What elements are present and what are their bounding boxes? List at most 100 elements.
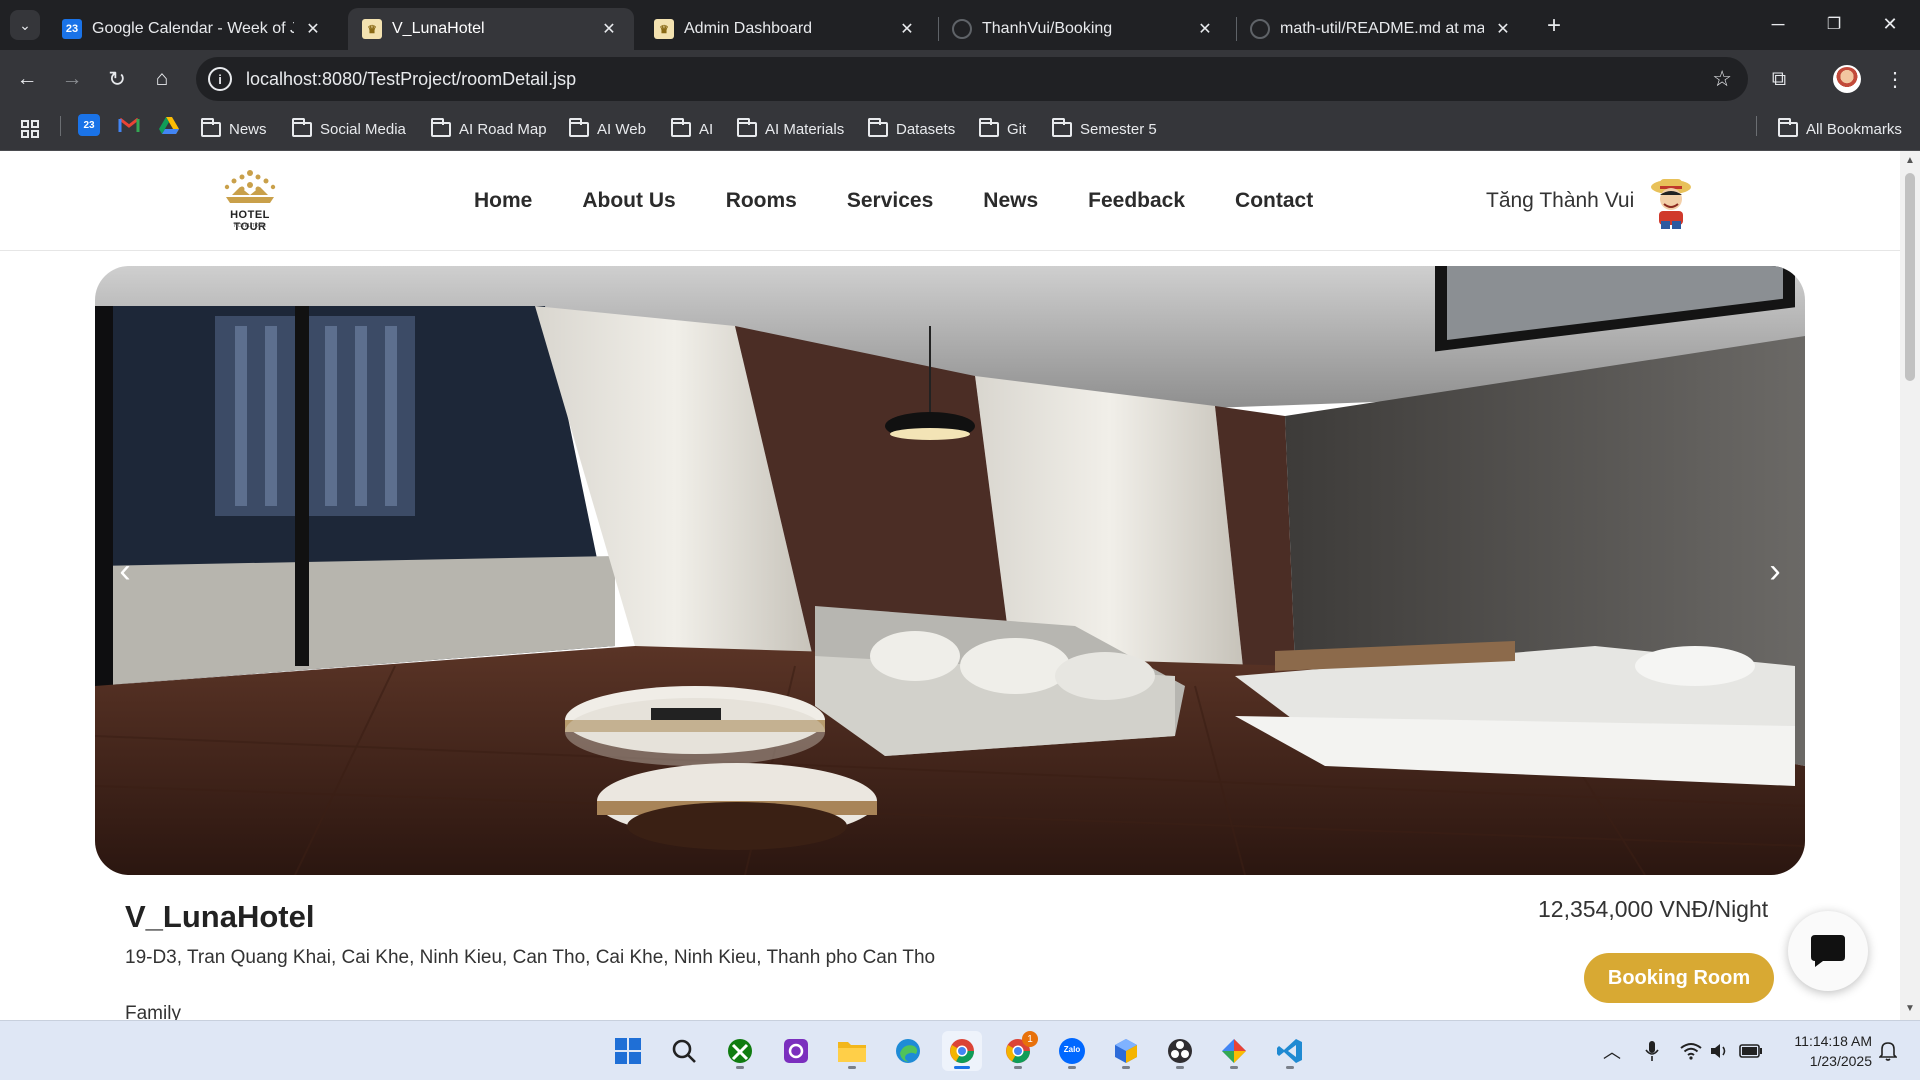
forward-arrow-icon[interactable]: →	[55, 62, 89, 96]
home-icon[interactable]: ⌂	[145, 62, 179, 96]
nav-rooms[interactable]: Rooms	[726, 189, 797, 213]
more-menu-icon[interactable]: ⋮	[1880, 62, 1910, 96]
close-tab-icon[interactable]: ✕	[896, 18, 918, 40]
logo-subtext: HOTEL TOUR	[234, 223, 266, 229]
gmail-icon[interactable]	[118, 114, 140, 136]
tab-search-chevron-icon[interactable]: ⌄	[10, 10, 40, 40]
address-bar[interactable]: i localhost:8080/TestProject/roomDetail.…	[196, 57, 1748, 101]
tab-title: V_LunaHotel	[392, 20, 485, 37]
running-indicator	[848, 1066, 856, 1069]
edge-icon[interactable]	[888, 1031, 928, 1071]
show-hidden-icons-chevron-icon[interactable]: ︿	[1600, 1039, 1624, 1063]
bookmarks-bar: News Social Media AI Road Map AI Web AI …	[0, 107, 1920, 151]
tab-github-booking[interactable]: ThanhVui/Booking ✕	[938, 8, 1230, 50]
file-explorer-icon[interactable]	[832, 1031, 872, 1071]
nav-contact[interactable]: Contact	[1235, 189, 1313, 213]
extensions-puzzle-icon[interactable]: ⧉	[1762, 62, 1796, 96]
close-tab-icon[interactable]: ✕	[598, 18, 620, 40]
bookmark-label: AI	[699, 120, 714, 138]
notification-badge: 1	[1022, 1031, 1038, 1047]
chrome-icon[interactable]	[942, 1031, 982, 1071]
tab-v-lunahotel[interactable]: ♛ V_LunaHotel ✕	[348, 8, 634, 50]
folder-icon	[671, 117, 691, 137]
bookmark-ai-materials[interactable]: AI Materials	[737, 117, 844, 141]
volume-icon[interactable]	[1708, 1039, 1732, 1063]
reload-icon[interactable]: ↻	[100, 62, 134, 96]
bookmark-ai-road-map[interactable]: AI Road Map	[431, 117, 547, 141]
wifi-icon[interactable]	[1678, 1039, 1704, 1063]
bookmark-label: News	[229, 120, 267, 138]
tab-admin-dashboard[interactable]: ♛ Admin Dashboard ✕	[640, 8, 932, 50]
folder-icon	[737, 117, 757, 137]
restore-icon[interactable]: ❐	[1806, 0, 1862, 48]
obs-icon[interactable]	[1160, 1031, 1200, 1071]
nav-news[interactable]: News	[983, 189, 1038, 213]
box-app-icon[interactable]	[1106, 1031, 1146, 1071]
site-logo[interactable]: HOTEL TOUR HOTEL TOUR	[212, 167, 288, 233]
hotel-name: V_LunaHotel	[125, 899, 315, 934]
scrollbar-thumb[interactable]	[1905, 173, 1915, 381]
close-tab-icon[interactable]: ✕	[1492, 18, 1514, 40]
nav-about-us[interactable]: About Us	[582, 189, 675, 213]
bookmark-ai[interactable]: AI	[671, 117, 713, 141]
nav-feedback[interactable]: Feedback	[1088, 189, 1185, 213]
windows-start-icon[interactable]	[608, 1031, 648, 1071]
search-icon[interactable]	[664, 1031, 704, 1071]
page-scrollbar[interactable]: ▲ ▼	[1900, 151, 1920, 1020]
bookmark-social-media[interactable]: Social Media	[292, 117, 406, 141]
notification-bell-icon[interactable]	[1876, 1039, 1900, 1063]
address-url[interactable]: localhost:8080/TestProject/roomDetail.js…	[246, 69, 1712, 90]
carousel-prev-icon[interactable]: ‹	[105, 551, 145, 591]
chrome-profile-icon[interactable]: 1	[998, 1031, 1038, 1071]
bookmark-semester-5[interactable]: Semester 5	[1052, 117, 1157, 141]
google-drive-icon[interactable]	[158, 114, 180, 136]
running-indicator	[954, 1066, 970, 1069]
bookmark-star-icon[interactable]: ☆	[1712, 66, 1732, 92]
tab-google-calendar[interactable]: 23 Google Calendar - Week of Janu ✕	[48, 8, 338, 50]
running-indicator	[1068, 1066, 1076, 1069]
close-tab-icon[interactable]: ✕	[302, 18, 324, 40]
bookmark-label: Datasets	[896, 120, 956, 138]
bookmark-datasets[interactable]: Datasets	[868, 117, 955, 141]
booking-room-button[interactable]: Booking Room	[1584, 953, 1774, 1003]
running-indicator	[1014, 1066, 1022, 1069]
user-name[interactable]: Tăng Thành Vui	[1486, 189, 1634, 213]
nav-home[interactable]: Home	[474, 189, 532, 213]
hotel-address: 19-D3, Tran Quang Khai, Cai Khe, Ninh Ki…	[125, 947, 936, 968]
web-page: HOTEL TOUR HOTEL TOUR Home About Us Room…	[0, 151, 1900, 1020]
clipchamp-icon[interactable]	[776, 1031, 816, 1071]
clock-time: 11:14:18 AM	[1794, 1033, 1872, 1049]
folder-icon	[1778, 117, 1798, 137]
bookmark-git[interactable]: Git	[979, 117, 1026, 141]
site-info-icon[interactable]: i	[208, 67, 232, 91]
hotel-room-photo	[95, 266, 1805, 875]
bookmark-label: AI Materials	[765, 120, 845, 138]
carousel-next-icon[interactable]: ›	[1755, 551, 1795, 591]
back-arrow-icon[interactable]: ←	[10, 62, 44, 96]
apps-grid-icon[interactable]	[20, 117, 40, 141]
zalo-icon[interactable]: Zalo	[1052, 1031, 1092, 1071]
close-window-icon[interactable]: ✕	[1862, 0, 1918, 48]
close-tab-icon[interactable]: ✕	[1194, 18, 1216, 40]
user-avatar[interactable]	[1648, 173, 1694, 229]
battery-icon[interactable]	[1738, 1039, 1764, 1063]
new-tab-plus-icon[interactable]: +	[1540, 12, 1568, 40]
scroll-down-icon[interactable]: ▼	[1904, 1003, 1916, 1015]
bookmark-label: All Bookmarks	[1806, 120, 1902, 138]
bookmark-ai-web[interactable]: AI Web	[569, 117, 646, 141]
scroll-up-icon[interactable]: ▲	[1904, 155, 1916, 167]
bookmark-news[interactable]: News	[201, 117, 267, 141]
system-clock[interactable]: 11:14:18 AM 1/23/2025	[1776, 1031, 1872, 1071]
feather-app-icon[interactable]	[1214, 1031, 1254, 1071]
folder-icon	[979, 117, 999, 137]
minimize-icon[interactable]: ─	[1750, 0, 1806, 48]
all-bookmarks[interactable]: All Bookmarks	[1778, 117, 1902, 141]
chat-widget-button[interactable]	[1788, 911, 1868, 991]
vscode-icon[interactable]	[1270, 1031, 1310, 1071]
microphone-icon[interactable]	[1640, 1039, 1664, 1063]
nav-services[interactable]: Services	[847, 189, 933, 213]
tab-github-readme[interactable]: math-util/README.md at main ✕	[1236, 8, 1528, 50]
profile-avatar[interactable]	[1833, 65, 1861, 93]
google-calendar-icon[interactable]: 23	[78, 114, 100, 136]
xbox-icon[interactable]	[720, 1031, 760, 1071]
